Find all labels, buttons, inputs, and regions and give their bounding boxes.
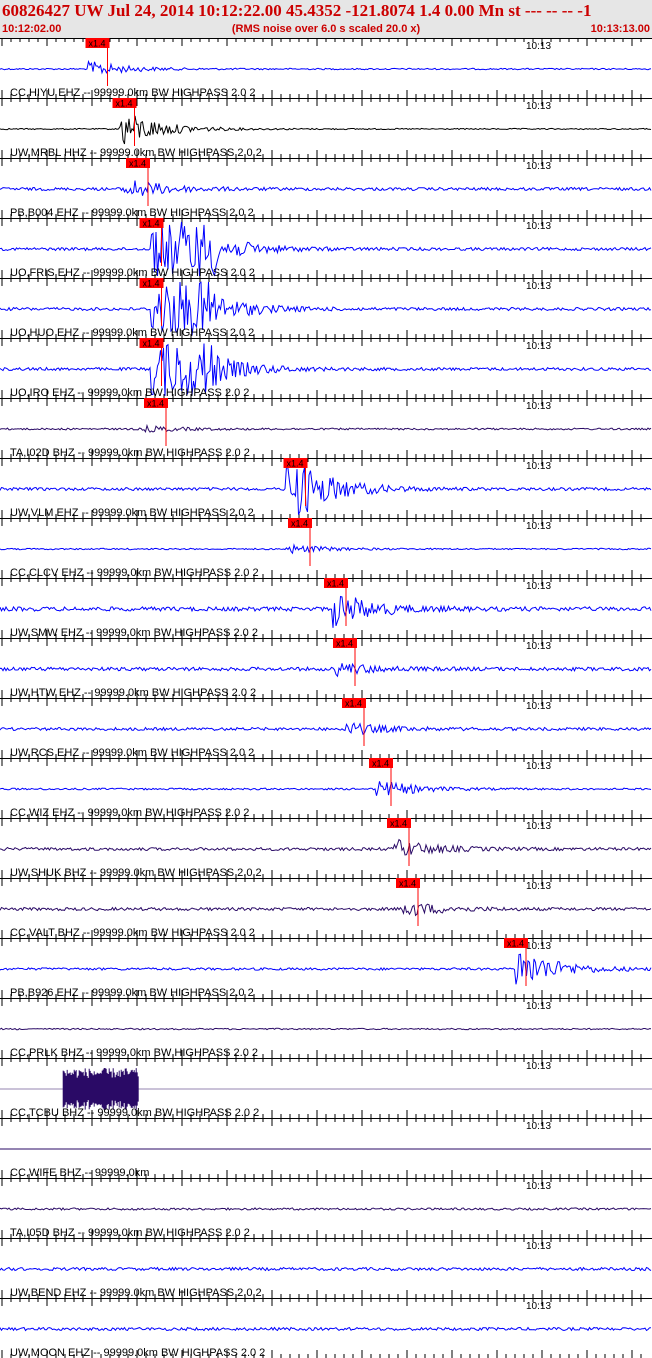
pick-label: x1.4 <box>507 939 524 949</box>
pick-label: x1.4 <box>345 699 362 709</box>
minute-label: 10:13 <box>526 101 551 112</box>
station-label: UW,HTW EHZ -- 99999.0km BW HIGHPASS 2.0 … <box>10 687 256 699</box>
station-label: CC,PRLK BHZ -- 99999.0km BW HIGHPASS 2.0… <box>10 1047 258 1059</box>
pick-label: x1.4 <box>89 39 106 49</box>
waveform-trace <box>0 180 652 196</box>
waveform-trace <box>0 1027 652 1031</box>
station-label: CC,HIYU EHZ -- 99999.0km BW HIGHPASS 2.0… <box>10 87 256 99</box>
minute-label: 10:13 <box>526 221 551 232</box>
waveform-trace <box>0 423 652 433</box>
minute-label: 10:13 <box>526 1001 551 1012</box>
station-label: CC,VALT BHZ -- 99999.0km BW HIGHPASS 2.0… <box>10 927 255 939</box>
station-label: CC,WIZ EHZ -- 99999.0km BW HIGHPASS 2.0 … <box>10 807 249 819</box>
minute-label: 10:13 <box>526 881 551 892</box>
station-label: PB,B004 EHZ -- 99999.0km BW HIGHPASS 2.0… <box>10 207 254 219</box>
waveform-trace <box>0 662 652 678</box>
pick-label: x1.4 <box>291 519 308 529</box>
minute-label: 10:13 <box>526 41 551 52</box>
waveform-trace <box>0 838 652 856</box>
end-time: 10:13:13.00 <box>590 23 650 35</box>
station-label: UW,SHUK BHZ -- 99999.0km BW HIGHPASS 2.0… <box>10 867 262 879</box>
station-label: UW,SMW EHZ -- 99999.0km BW HIGHPASS 2.0 … <box>10 627 258 639</box>
minute-label: 10:13 <box>526 761 551 772</box>
pick-label: x1.4 <box>143 339 160 349</box>
pick-label: x1.4 <box>143 279 160 289</box>
minute-label: 10:13 <box>526 521 551 532</box>
pick-label: x1.4 <box>147 399 164 409</box>
pick-label: x1.4 <box>116 99 133 109</box>
station-label: TA,I05D BHZ -- 99999.0km BW HIGHPASS 2.0… <box>10 1227 250 1239</box>
waveform-trace <box>0 722 652 736</box>
station-label: UW,MRBL HHZ -- 99999.0km BW HIGHPASS 2.0… <box>10 147 262 159</box>
station-label: UW,VLM EHZ -- 99999.0km BW HIGHPASS 2.0 … <box>10 507 254 519</box>
station-label: UW,MOON EHZ -- 99999.0km BW HIGHPASS 2.0… <box>10 1347 265 1358</box>
minute-label: 10:13 <box>526 641 551 652</box>
pick-label: x1.4 <box>390 819 407 829</box>
waveform-trace <box>0 953 652 985</box>
minute-label: 10:13 <box>526 941 551 952</box>
event-title: 60826427 UW Jul 24, 2014 10:12:22.00 45.… <box>2 1 592 20</box>
waveform-trace <box>0 595 652 628</box>
waveform-trace <box>0 1326 652 1332</box>
station-label: CC,CLCV EHZ -- 99999.0km BW HIGHPASS 2.0… <box>10 567 259 579</box>
minute-label: 10:13 <box>526 401 551 412</box>
minute-label: 10:13 <box>526 1121 551 1132</box>
minute-label: 10:13 <box>526 581 551 592</box>
minute-label: 10:13 <box>526 1061 551 1072</box>
pick-label: x1.4 <box>129 159 146 169</box>
waveform-trace <box>0 1266 652 1272</box>
station-label: CC,WIFE BHZ -- 99999.0km <box>10 1167 149 1179</box>
minute-label: 10:13 <box>526 341 551 352</box>
minute-label: 10:13 <box>526 1301 551 1312</box>
station-label: PB,B926 EHZ -- 99999.0km BW HIGHPASS 2.0… <box>10 987 254 999</box>
minute-label: 10:13 <box>526 281 551 292</box>
minute-label: 10:13 <box>526 821 551 832</box>
minute-label: 10:13 <box>526 1241 551 1252</box>
waveform-trace <box>0 903 652 917</box>
rms-note: (RMS noise over 6.0 s scaled 20.0 x) <box>231 23 421 35</box>
waveform-trace <box>62 1068 139 1110</box>
minute-label: 10:13 <box>526 1181 551 1192</box>
station-label: TA,I02D BHZ -- 99999.0km BW HIGHPASS 2.0… <box>10 447 250 459</box>
station-label: UW,BEND EHZ -- 99999.0km BW HIGHPASS 2.0… <box>10 1287 262 1299</box>
pick-label: x1.4 <box>372 759 389 769</box>
waveform-trace <box>0 781 652 796</box>
pick-label: x1.4 <box>336 639 353 649</box>
waveform-trace <box>0 115 652 145</box>
waveform-trace <box>0 59 652 75</box>
minute-label: 10:13 <box>526 701 551 712</box>
station-label: UO,HUO EHZ -- 99999.0km BW HIGHPASS 2.0 … <box>10 327 254 339</box>
minute-label: 10:13 <box>526 161 551 172</box>
pick-label: x1.4 <box>399 879 416 889</box>
station-label: UO,FRIS EHZ -- 99999.0km BW HIGHPASS 2.0… <box>10 267 255 279</box>
pick-label: x1.4 <box>287 459 304 469</box>
waveform-trace <box>0 1207 652 1211</box>
pick-label: x1.4 <box>143 219 160 229</box>
station-label: CC,TCBU BHZ -- 99999.0km BW HIGHPASS 2.0… <box>10 1107 259 1119</box>
plot-header: 60826427 UW Jul 24, 2014 10:12:22.00 45.… <box>0 0 652 38</box>
pick-label: x1.4 <box>327 579 344 589</box>
station-label: UW,RCS EHZ -- 99999.0km BW HIGHPASS 2.0 … <box>10 747 254 759</box>
waveform-trace <box>0 543 652 555</box>
minute-label: 10:13 <box>526 461 551 472</box>
station-label: UO,IRO EHZ -- 99999.0km BW HIGHPASS 2.0 … <box>10 387 249 399</box>
seismogram-plot: 10:13x1.4CC,HIYU EHZ -- 99999.0km BW HIG… <box>0 38 652 1358</box>
